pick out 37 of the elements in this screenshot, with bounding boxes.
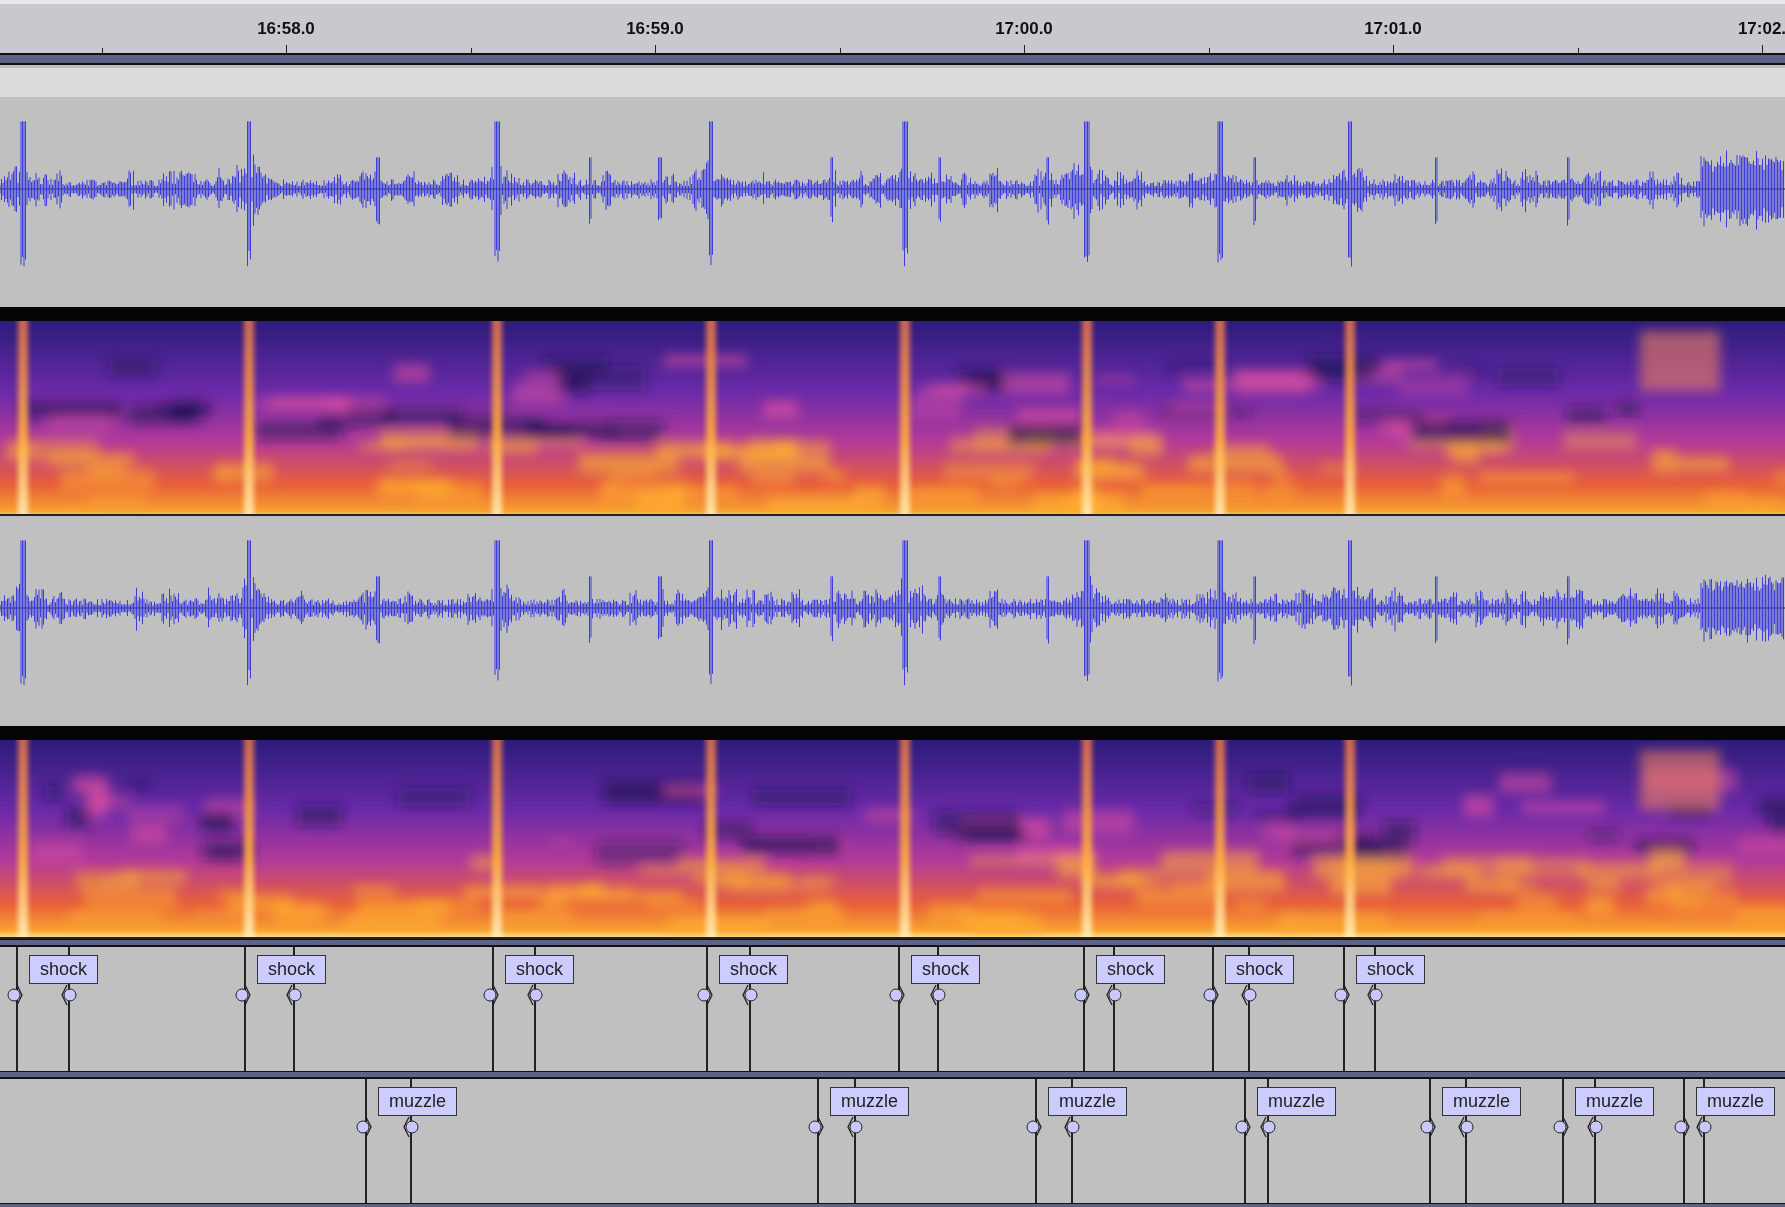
drag-handle-icon[interactable] [1062,1114,1080,1140]
label-text[interactable]: muzzle [1575,1087,1654,1116]
drag-handle-icon[interactable] [928,982,946,1008]
drag-handle-icon[interactable] [845,1114,863,1140]
drag-handle-icon[interactable] [1365,982,1383,1008]
label-text[interactable]: shock [505,955,575,984]
label-text[interactable]: muzzle [378,1087,457,1116]
time-label: 16:59.0 [625,19,685,39]
time-label: 17:00.0 [994,19,1054,39]
label-text[interactable]: shock [911,955,981,984]
drag-handle-icon[interactable] [401,1114,419,1140]
drag-handle-icon[interactable] [1104,982,1122,1008]
label-text[interactable]: shock [1356,955,1426,984]
time-label: 17:01.0 [1363,19,1423,39]
drag-handle-icon[interactable] [1694,1114,1712,1140]
label-text[interactable]: shock [257,955,327,984]
time-label: 17:02. [1736,19,1785,39]
drag-handle-icon[interactable] [284,982,302,1008]
label-text[interactable]: shock [719,955,789,984]
play-region-bar[interactable] [0,53,1785,65]
label-text[interactable]: shock [29,955,99,984]
drag-handle-icon[interactable] [740,982,758,1008]
label-text[interactable]: muzzle [1442,1087,1521,1116]
drag-handle-icon[interactable] [1239,982,1257,1008]
label-text[interactable]: muzzle [1696,1087,1775,1116]
drag-handle-icon[interactable] [59,982,77,1008]
drag-handle-icon[interactable] [1456,1114,1474,1140]
label-text[interactable]: shock [1225,955,1295,984]
drag-handle-icon[interactable] [1585,1114,1603,1140]
label-text[interactable]: muzzle [1257,1087,1336,1116]
timeline-ruler[interactable]: 16:58.0 16:59.0 17:00.0 17:01.0 17:02. [0,0,1785,53]
drag-handle-icon[interactable] [1258,1114,1276,1140]
label-text[interactable]: muzzle [1048,1087,1127,1116]
time-label: 16:58.0 [256,19,316,39]
drag-handle-icon[interactable] [525,982,543,1008]
label-text[interactable]: shock [1096,955,1166,984]
label-text[interactable]: muzzle [830,1087,909,1116]
